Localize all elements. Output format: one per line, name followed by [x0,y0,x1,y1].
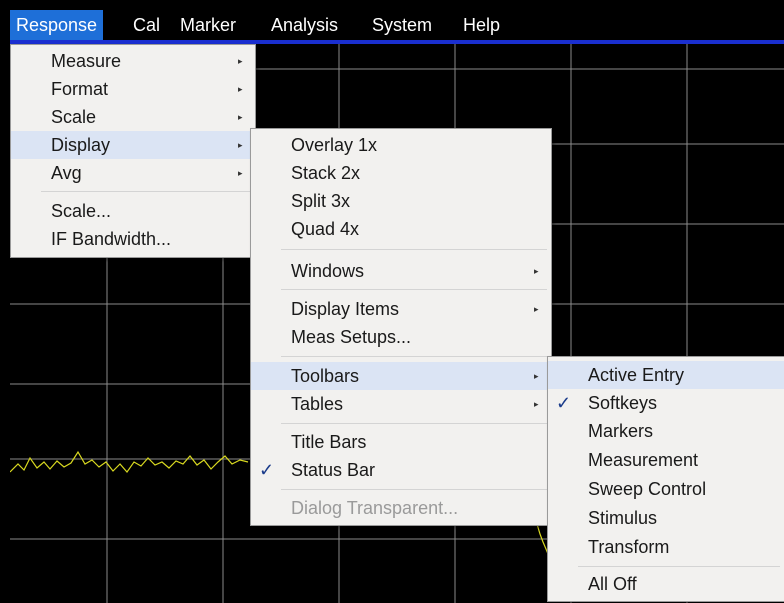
menu-item-scale-dialog[interactable]: Scale... [11,197,255,225]
menu-item-active-entry[interactable]: Active Entry [548,361,784,389]
menu-item-scale[interactable]: Scale ▸ [11,103,255,131]
menu-item-split-3x[interactable]: Split 3x [251,187,551,215]
response-menu: Measure ▸ Format ▸ Scale ▸ Display ▸ Avg… [10,44,256,258]
menu-item-label: Meas Setups... [291,327,412,347]
menu-analysis[interactable]: Analysis [265,10,344,40]
menu-item-overlay-1x[interactable]: Overlay 1x [251,131,551,159]
menu-item-all-off[interactable]: All Off [548,570,784,598]
menu-marker[interactable]: Marker [174,10,242,40]
menu-item-label: Tables [291,394,344,414]
menu-item-label: Quad 4x [291,219,360,239]
menu-item-label: Measurement [588,450,699,470]
menu-item-format[interactable]: Format ▸ [11,75,255,103]
menu-item-status-bar[interactable]: ✓ Status Bar [251,456,551,484]
menu-item-meas-setups[interactable]: Meas Setups... [251,323,551,351]
menu-item-stimulus[interactable]: Stimulus [548,504,784,532]
submenu-arrow-icon: ▸ [534,304,539,314]
submenu-arrow-icon: ▸ [238,56,243,66]
menu-item-label: Windows [291,261,365,281]
menu-separator [281,289,547,290]
menu-item-label: Avg [51,163,82,183]
menu-item-softkeys[interactable]: ✓ Softkeys [548,389,784,417]
menu-item-quad-4x[interactable]: Quad 4x [251,215,551,243]
menu-system[interactable]: System [366,10,438,40]
submenu-arrow-icon: ▸ [238,112,243,122]
submenu-arrow-icon: ▸ [238,168,243,178]
menu-item-label: IF Bandwidth... [51,229,172,249]
menu-item-display-items[interactable]: Display Items ▸ [251,295,551,323]
menu-item-label: Overlay 1x [291,135,378,155]
menu-separator [578,566,780,567]
submenu-arrow-icon: ▸ [238,84,243,94]
menu-item-measure[interactable]: Measure ▸ [11,47,255,75]
submenu-arrow-icon: ▸ [534,266,539,276]
menu-item-transform[interactable]: Transform [548,533,784,561]
menu-item-label: Transform [588,537,670,557]
submenu-arrow-icon: ▸ [534,399,539,409]
display-submenu: Overlay 1x Stack 2x Split 3x Quad 4x Win… [250,128,552,526]
menu-item-label: Format [51,79,109,99]
menu-separator [281,489,547,490]
menu-separator [281,356,547,357]
menu-item-windows[interactable]: Windows ▸ [251,257,551,285]
menu-item-label: Markers [588,421,654,441]
menu-item-label: Softkeys [588,393,658,413]
menu-item-markers[interactable]: Markers [548,417,784,445]
toolbars-submenu: Active Entry ✓ Softkeys Markers Measurem… [547,356,784,602]
checkmark-icon: ✓ [259,460,275,480]
menu-item-label: Display [51,135,111,155]
menu-item-label: Toolbars [291,366,360,386]
menu-bar: Response Cal Marker Analysis System Help [10,10,784,40]
menu-cal[interactable]: Cal [127,10,166,40]
menu-item-tables[interactable]: Tables ▸ [251,390,551,418]
menu-item-label: Measure [51,51,122,71]
menu-response[interactable]: Response [10,10,104,40]
menu-item-title-bars[interactable]: Title Bars [251,428,551,456]
menu-item-sweep-control[interactable]: Sweep Control [548,475,784,503]
menu-item-label: Stack 2x [291,163,361,183]
checkmark-icon: ✓ [556,393,572,413]
trace-line [10,450,249,473]
menu-item-dialog-transparent: Dialog Transparent... [251,494,551,522]
menu-item-if-bandwidth[interactable]: IF Bandwidth... [11,225,255,253]
menu-item-label: All Off [588,574,637,594]
menu-item-label: Scale... [51,201,112,221]
menu-item-label: Title Bars [291,432,367,452]
menu-item-label: Split 3x [291,191,351,211]
menu-item-label: Display Items [291,299,400,319]
menu-item-label: Active Entry [588,365,685,385]
menu-item-toolbars[interactable]: Toolbars ▸ [251,362,551,390]
menu-item-label: Stimulus [588,508,658,528]
menu-item-label: Scale [51,107,97,127]
menu-item-label: Dialog Transparent... [291,498,459,518]
menu-separator [41,191,251,192]
menu-help[interactable]: Help [457,10,506,40]
menu-separator [281,423,547,424]
menu-item-display[interactable]: Display ▸ [11,131,255,159]
submenu-arrow-icon: ▸ [238,140,243,150]
menu-item-stack-2x[interactable]: Stack 2x [251,159,551,187]
menu-item-avg[interactable]: Avg ▸ [11,159,255,187]
submenu-arrow-icon: ▸ [534,371,539,381]
menu-separator [281,249,547,250]
menu-item-measurement[interactable]: Measurement [548,446,784,474]
menu-item-label: Status Bar [291,460,376,480]
menu-item-label: Sweep Control [588,479,707,499]
